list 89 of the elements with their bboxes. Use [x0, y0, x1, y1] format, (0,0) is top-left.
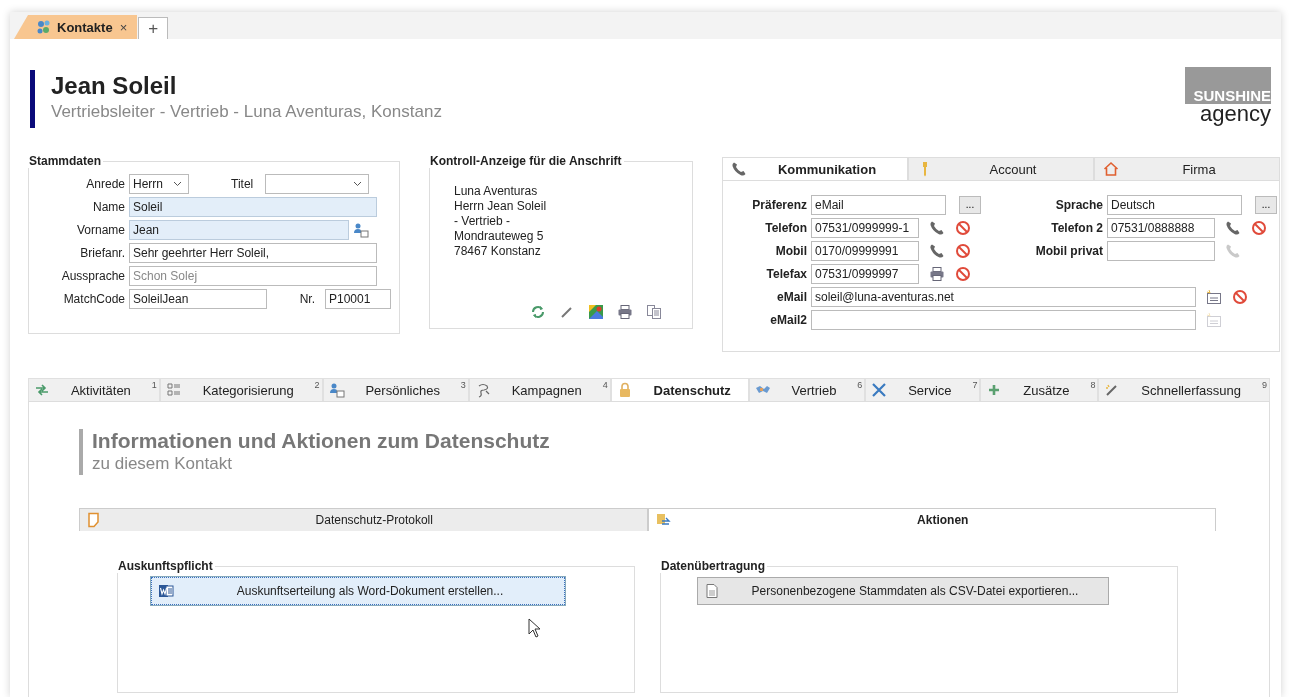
new-tab-button[interactable]: + [138, 17, 169, 39]
field-label: Telefon [764, 220, 807, 235]
group-title: Kontroll-Anzeige für die Anschrift [429, 154, 623, 168]
field-label: Nr. [299, 291, 316, 306]
phone-icon [731, 161, 747, 177]
block-icon[interactable] [955, 242, 971, 259]
text-field[interactable]: eMail [811, 194, 946, 215]
group-title: Auskunftspflicht [117, 559, 214, 573]
action-button[interactable]: Personenbezogene Stammdaten als CSV-Datei exportieren... [697, 577, 1109, 605]
mouse-cursor-icon [528, 618, 542, 638]
contact-subtitle: Vertriebsleiter - Vertrieb - Luna Aventuras, Konstanz [51, 101, 442, 123]
field-label: Sprache [1054, 197, 1103, 212]
block-icon[interactable] [955, 265, 971, 282]
copy-icon[interactable] [646, 304, 662, 320]
action-button[interactable]: Auskunftserteilung als Word-Dokument erstellen... [151, 577, 565, 605]
field-label: Telefon 2 [1050, 220, 1103, 235]
contact-card-icon[interactable] [353, 221, 369, 238]
word-document-icon [158, 583, 174, 599]
browse-button[interactable]: ... [959, 195, 981, 214]
house-icon [1103, 161, 1119, 177]
field-label: Mobil [774, 243, 807, 258]
tab[interactable]: Datenschutz-Protokoll [79, 508, 648, 531]
contacts-icon [36, 19, 52, 35]
close-tab-button[interactable]: × [117, 19, 130, 35]
text-field[interactable]: 0170/09999991 [811, 240, 919, 261]
mail-icon[interactable] [1206, 288, 1222, 305]
exchange-icon [654, 512, 671, 528]
tab[interactable]: Account [908, 157, 1094, 180]
text-field[interactable]: Schon Solej [129, 265, 377, 286]
text-field[interactable] [811, 309, 1196, 330]
tab[interactable]: Kommunikation [722, 157, 908, 180]
chevron-down-icon [353, 180, 363, 187]
map-icon[interactable] [588, 304, 604, 320]
note-icon [86, 512, 102, 528]
section-title: Informationen und Aktionen zum Datenschutz [92, 429, 551, 453]
arrows-icon [34, 382, 50, 398]
tab[interactable]: Firma [1094, 157, 1280, 180]
refresh-icon[interactable] [530, 304, 546, 320]
address-line: 78467 Konstanz [454, 244, 542, 259]
document-tab[interactable]: Kontakte × [14, 15, 138, 39]
field-label: Briefanr. [79, 245, 125, 260]
printer-icon[interactable] [617, 304, 633, 320]
block-icon[interactable] [1232, 288, 1248, 305]
text-field[interactable]: Jean [129, 219, 349, 240]
contact-name: Jean Soleil [51, 72, 178, 100]
field-label: MatchCode [62, 291, 125, 306]
pencil-icon[interactable] [559, 304, 575, 320]
block-icon[interactable] [1251, 219, 1267, 236]
list-icon [165, 382, 182, 398]
browse-button[interactable]: ... [1255, 195, 1277, 214]
fax-icon[interactable] [929, 265, 945, 282]
text-field[interactable] [1107, 240, 1215, 261]
field-label: Präferenz [751, 197, 807, 212]
group-title: Stammdaten [28, 154, 103, 168]
field-label: Anrede [85, 176, 125, 191]
tab[interactable]: Aktionen [647, 508, 1216, 531]
text-field[interactable]: 07531/0999999-1 [811, 217, 919, 238]
field-label: Titel [231, 176, 255, 191]
field-label: Telefax [765, 266, 807, 281]
group-title: Datenübertragung [660, 559, 766, 573]
text-field[interactable]: 07531/0888888 [1107, 217, 1215, 238]
address-line: - Vertrieb - [454, 214, 511, 229]
field-label: Name [92, 199, 125, 214]
address-line: Herrn Jean Soleil [454, 199, 548, 214]
phone-icon[interactable] [1225, 219, 1241, 236]
file-icon [704, 583, 720, 599]
text-field[interactable]: soleil@luna-aventuras.net [811, 286, 1196, 307]
text-field[interactable]: Deutsch [1107, 194, 1242, 215]
text-field[interactable]: SoleilJean [129, 288, 267, 309]
tab-label: Kontakte [57, 19, 113, 35]
phone-icon[interactable] [929, 242, 945, 259]
field-label: eMail [776, 289, 807, 304]
tab[interactable]: Datenschutz [610, 378, 749, 401]
contact-card-icon [328, 382, 345, 398]
chevron-down-icon [173, 180, 182, 187]
phone-icon[interactable] [929, 219, 945, 236]
dropdown[interactable]: Herrn [129, 173, 189, 194]
text-field[interactable]: 07531/0999997 [811, 263, 919, 284]
text-field[interactable]: Soleil [129, 196, 377, 217]
address-line: Mondrauteweg 5 [454, 229, 545, 244]
field-label: Mobil privat [1034, 243, 1103, 258]
field-label: Vorname [75, 222, 125, 237]
field-label: Aussprache [60, 268, 125, 283]
text-field[interactable]: P10001 [325, 288, 391, 309]
field-label: eMail2 [769, 312, 807, 327]
address-line: Luna Aventuras [454, 184, 539, 199]
block-icon[interactable] [955, 219, 971, 236]
section-subtitle: zu diesem Kontakt [92, 453, 233, 475]
text-field[interactable]: Sehr geehrter Herr Soleil, [129, 242, 377, 263]
